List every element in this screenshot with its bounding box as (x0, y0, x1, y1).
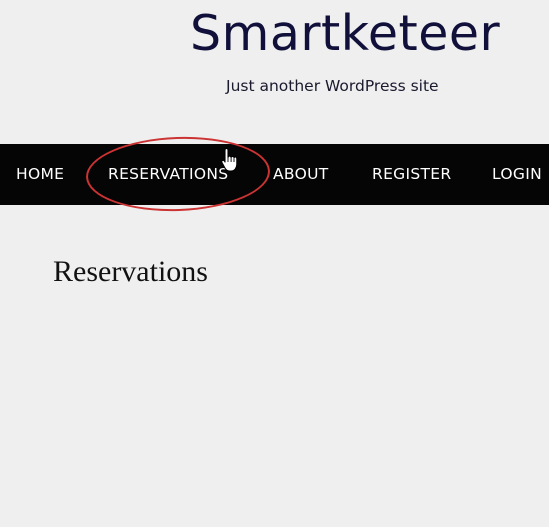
nav-item-register[interactable]: REGISTER (372, 144, 451, 205)
site-tagline: Just another WordPress site (226, 77, 439, 95)
site-title[interactable]: Smartketeer (190, 2, 500, 66)
main-navigation: HOME RESERVATIONS ABOUT REGISTER LOGIN (0, 144, 549, 205)
nav-item-about[interactable]: ABOUT (273, 144, 328, 205)
nav-item-home[interactable]: HOME (16, 144, 64, 205)
nav-item-login[interactable]: LOGIN (492, 144, 542, 205)
page-title: Reservations (53, 255, 208, 288)
nav-item-reservations[interactable]: RESERVATIONS (108, 144, 228, 205)
